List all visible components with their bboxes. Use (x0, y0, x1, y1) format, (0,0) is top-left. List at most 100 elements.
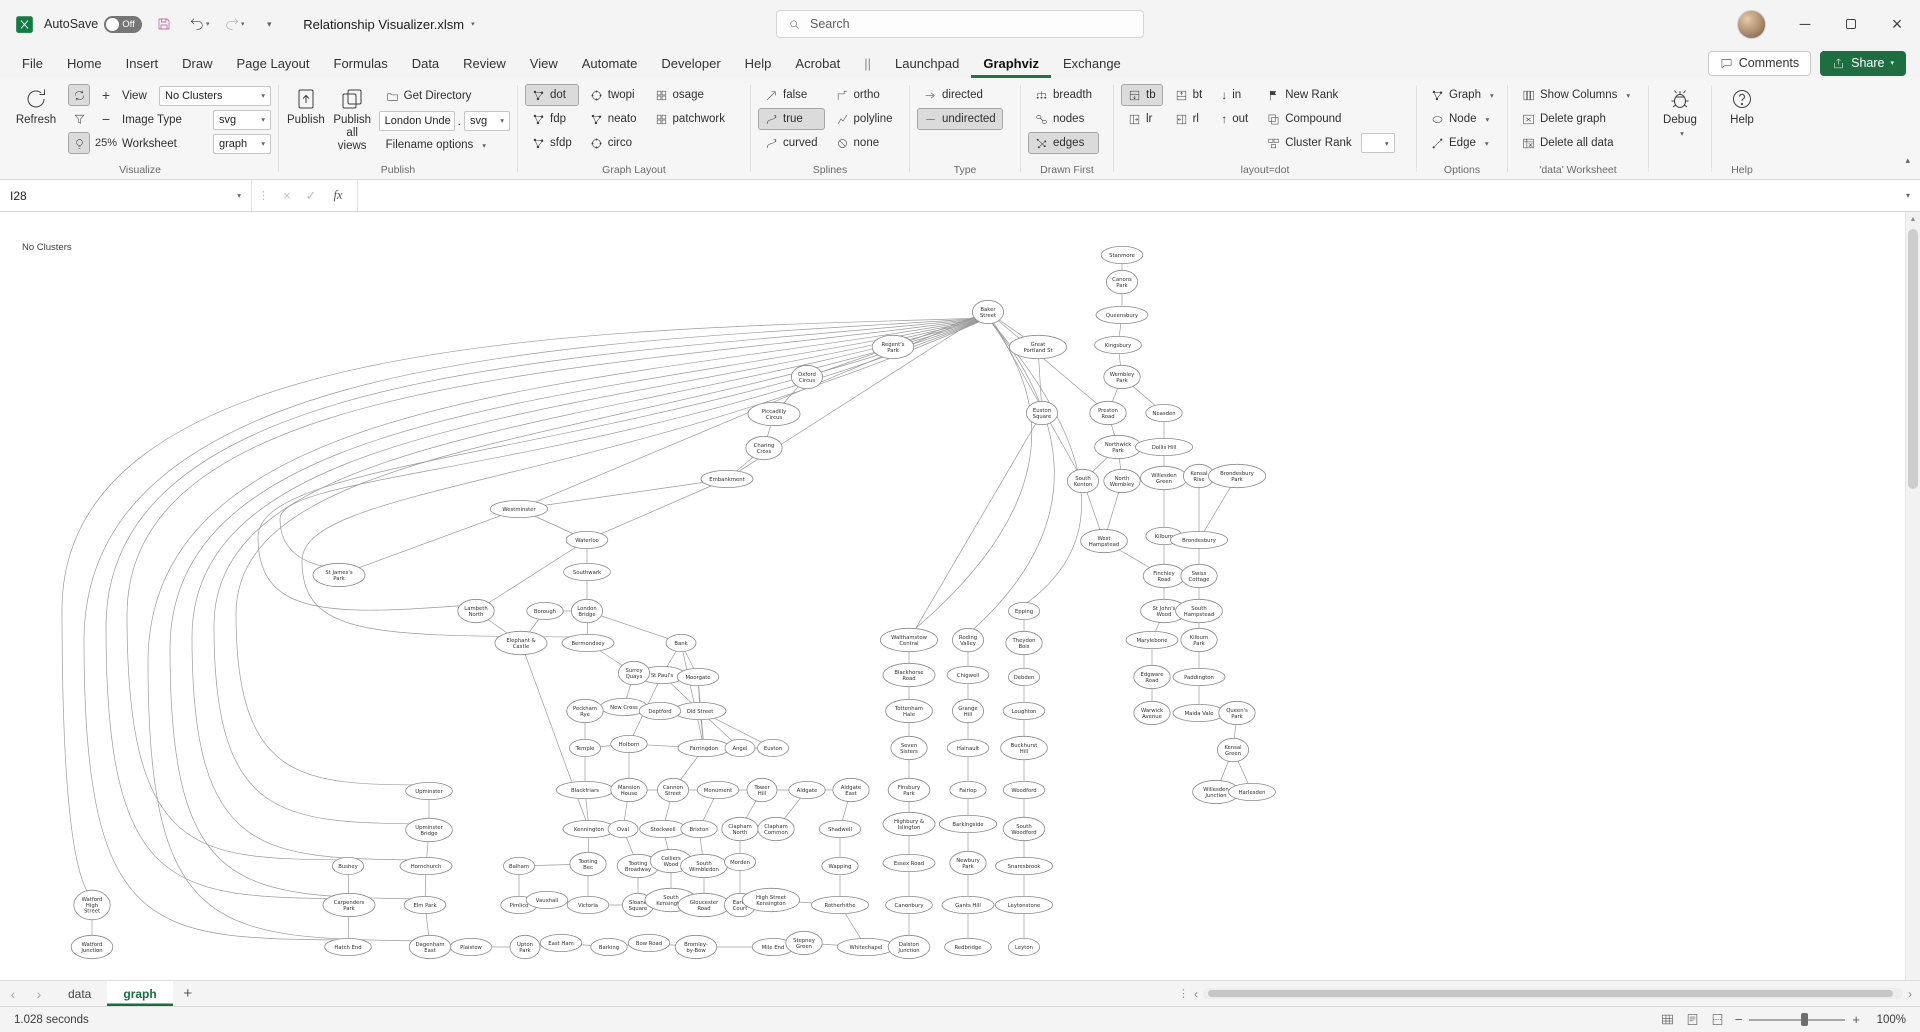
splines-none-button[interactable]: none (829, 132, 900, 154)
tab-exchange[interactable]: Exchange (1051, 48, 1133, 78)
name-box[interactable]: I28▾ (0, 180, 252, 211)
splines-curved-button[interactable]: curved (758, 132, 825, 154)
tab-page-layout[interactable]: Page Layout (225, 48, 322, 78)
type-undirected-button[interactable]: undirected (917, 108, 1003, 130)
scroll-left-icon[interactable]: ‹ (1194, 987, 1198, 1001)
scroll-up-icon[interactable]: ▲ (1906, 212, 1920, 223)
normal-view-icon[interactable] (1660, 1012, 1675, 1027)
layout-sfdp-button[interactable]: sfdp (525, 132, 579, 154)
sheet-tab-graph[interactable]: graph (107, 981, 172, 1006)
layout-fdp-button[interactable]: fdp (525, 108, 579, 130)
layout-neato-button[interactable]: neato (583, 108, 644, 130)
avatar[interactable] (1737, 10, 1766, 39)
tab-developer[interactable]: Developer (649, 48, 732, 78)
image-type-dropdown[interactable]: svg▾ (213, 110, 271, 130)
worksheet-dropdown[interactable]: graph▾ (213, 134, 271, 154)
cluster-rank-dropdown[interactable]: ▾ (1361, 133, 1395, 153)
horizontal-scroll-thumb[interactable] (1208, 990, 1893, 997)
worksheet-canvas[interactable]: No Clusters StanmoreCanonsParkQueensbury… (0, 212, 1920, 980)
help-button[interactable]: Help (1719, 82, 1765, 163)
rankdir-lr-button[interactable]: lr (1121, 108, 1163, 130)
layout-twopi-button[interactable]: twopi (583, 84, 644, 106)
minimize-button[interactable]: ─ (1782, 0, 1828, 48)
tab-file[interactable]: File (10, 48, 55, 78)
tab-view[interactable]: View (518, 48, 570, 78)
share-button[interactable]: Share▾ (1820, 51, 1906, 76)
zoom-slider[interactable] (1749, 1019, 1845, 1021)
publish-button[interactable]: Publish (286, 82, 326, 163)
extension-dropdown[interactable]: svg▾ (464, 111, 510, 131)
insert-function-icon[interactable]: fx (323, 188, 353, 203)
formula-bar-expand-icon[interactable]: ▾ (1896, 191, 1920, 200)
layout-patchwork-button[interactable]: patchwork (648, 108, 732, 130)
auto-refresh-toggle[interactable] (68, 84, 90, 106)
drawn-first-edges-button[interactable]: edges (1028, 132, 1099, 154)
filter-button[interactable] (68, 108, 90, 130)
ribbon-collapse-icon[interactable]: ▴ (1905, 155, 1910, 166)
filename-input[interactable]: London Unde (379, 111, 455, 131)
preview-toggle[interactable] (68, 132, 90, 154)
add-sheet-button[interactable]: + (173, 981, 203, 1006)
close-button[interactable]: × (1874, 0, 1920, 48)
tab-insert[interactable]: Insert (114, 48, 171, 78)
tab-help[interactable]: Help (733, 48, 784, 78)
comments-button[interactable]: Comments (1708, 51, 1811, 76)
layout-osage-button[interactable]: osage (648, 84, 732, 106)
splines-polyline-button[interactable]: polyline (829, 108, 900, 130)
zoom-out-button[interactable]: − (95, 108, 117, 130)
drawn-first-breadth-button[interactable]: breadth (1028, 84, 1099, 106)
zoom-level[interactable]: 100% (1870, 1014, 1906, 1026)
tab-formulas[interactable]: Formulas (322, 48, 400, 78)
page-break-view-icon[interactable] (1710, 1012, 1725, 1027)
formula-input[interactable] (357, 180, 1896, 211)
tab-data[interactable]: Data (400, 48, 451, 78)
splines-true-button[interactable]: true (758, 108, 825, 130)
autosave-control[interactable]: AutoSave Off (44, 16, 142, 33)
drawn-first-nodes-button[interactable]: nodes (1028, 108, 1099, 130)
refresh-button[interactable]: Refresh (9, 82, 63, 163)
zoom-out-icon[interactable]: − (1735, 1012, 1743, 1027)
search-input[interactable]: Search (776, 10, 1144, 38)
autosave-toggle[interactable]: Off (104, 16, 142, 33)
sheet-nav-right-icon[interactable]: › (26, 981, 52, 1006)
cluster-rank-button[interactable]: Cluster Rank▾ (1260, 132, 1395, 154)
node-options-button[interactable]: Node▾ (1424, 108, 1501, 130)
graph-options-button[interactable]: Graph▾ (1424, 84, 1501, 106)
tab-draw[interactable]: Draw (170, 48, 224, 78)
tab-scroll-split-handle[interactable]: ⋮ (1178, 987, 1189, 1000)
rankdir-bt-button[interactable]: bt (1168, 84, 1210, 106)
splines-false-button[interactable]: false (758, 84, 825, 106)
layout-circo-button[interactable]: circo (583, 132, 644, 154)
edge-options-button[interactable]: Edge▾ (1424, 132, 1501, 154)
tab-graphviz[interactable]: Graphviz (971, 48, 1051, 78)
zoom-in-button[interactable]: + (95, 84, 117, 106)
compound-button[interactable]: Compound (1260, 108, 1395, 130)
splines-ortho-button[interactable]: ortho (829, 84, 900, 106)
zoom-in-icon[interactable]: + (1852, 1012, 1860, 1027)
undo-button[interactable]: ▾ (186, 11, 212, 37)
delete-graph-button[interactable]: Delete graph (1515, 108, 1637, 130)
vertical-scrollbar[interactable]: ▲ (1905, 212, 1920, 980)
tab-home[interactable]: Home (55, 48, 114, 78)
sheet-tab-data[interactable]: data (52, 981, 107, 1006)
horizontal-scrollbar[interactable] (1203, 988, 1903, 999)
type-directed-button[interactable]: directed (917, 84, 1003, 106)
tab-review[interactable]: Review (451, 48, 518, 78)
zoom-slider-thumb[interactable] (1801, 1013, 1808, 1026)
redo-button[interactable]: ▾ (221, 11, 247, 37)
customize-quick-access-button[interactable]: ▾ (256, 11, 282, 37)
sheet-nav-left-icon[interactable]: ‹ (0, 981, 26, 1006)
tab-automate[interactable]: Automate (570, 48, 650, 78)
new-rank-button[interactable]: New Rank (1260, 84, 1395, 106)
scroll-right-icon[interactable]: › (1908, 987, 1912, 1001)
layout-dot-button[interactable]: dot (525, 84, 579, 106)
ordering-out-button[interactable]: ↑out (1214, 108, 1255, 130)
tab-launchpad[interactable]: Launchpad (883, 48, 971, 78)
publish-all-views-button[interactable]: Publish all views (331, 82, 374, 163)
filename-options-button[interactable]: Filename options▾ (379, 134, 510, 156)
namebox-resize-handle[interactable]: ⋮ (252, 189, 275, 202)
debug-button[interactable]: Debug ▾ (1656, 82, 1704, 163)
vertical-scroll-thumb[interactable] (1908, 229, 1918, 489)
cancel-icon[interactable]: × (275, 188, 299, 203)
save-button[interactable] (151, 11, 177, 37)
